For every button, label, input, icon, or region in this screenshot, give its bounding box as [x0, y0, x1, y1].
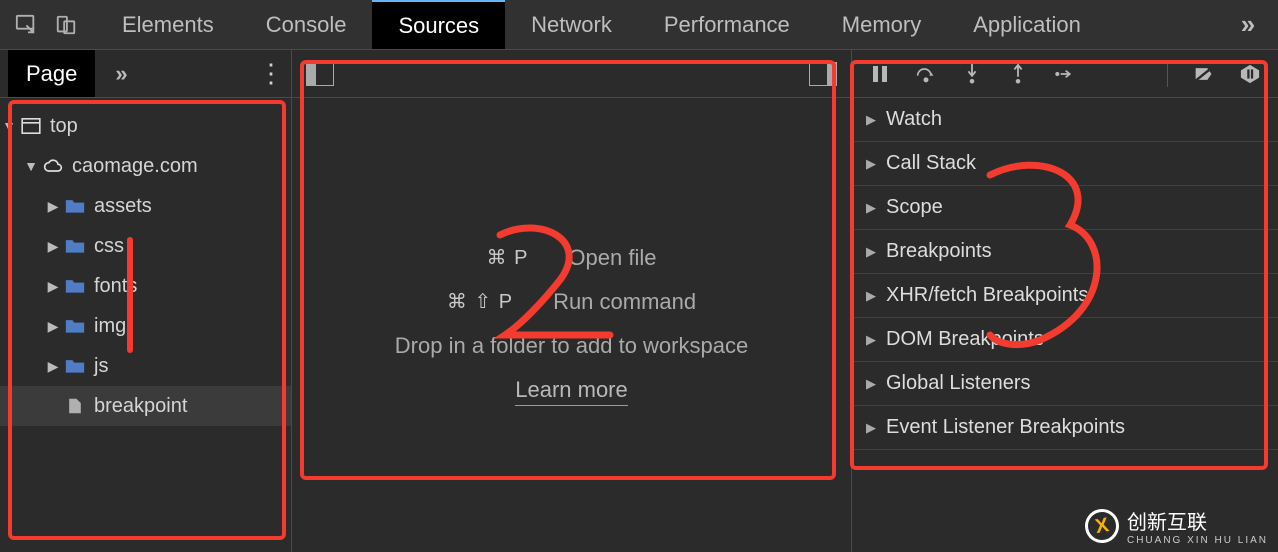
caret-right-icon	[44, 358, 62, 375]
caret-right-icon	[44, 318, 62, 335]
device-mode-icon[interactable]	[46, 0, 86, 50]
tree-folder-css[interactable]: css	[0, 226, 291, 266]
page-tab[interactable]: Page	[8, 50, 95, 97]
tab-network[interactable]: Network	[505, 0, 638, 49]
tree-file-breakpoint[interactable]: breakpoint	[0, 386, 291, 426]
hint-label: Open file	[568, 245, 656, 271]
step-over-icon[interactable]	[916, 64, 936, 84]
devtools-tabbar: Elements Console Sources Network Perform…	[0, 0, 1278, 50]
pause-on-exceptions-icon[interactable]	[1240, 64, 1260, 84]
hint-run-command: ⌘ ⇧ P Run command	[447, 289, 696, 315]
tree-top-frame[interactable]: top	[0, 106, 291, 146]
tree-domain-label: caomage.com	[72, 155, 198, 178]
more-tabs-button[interactable]: »	[1228, 9, 1268, 40]
main-tabs: Elements Console Sources Network Perform…	[96, 0, 1107, 49]
navigator-header: Page » ⋮	[0, 50, 291, 98]
tab-sources[interactable]: Sources	[372, 0, 505, 49]
accordion-event-listener-breakpoints[interactable]: Event Listener Breakpoints	[852, 406, 1278, 450]
inspect-element-icon[interactable]	[6, 0, 46, 50]
tab-elements[interactable]: Elements	[96, 0, 240, 49]
caret-right-icon	[44, 198, 62, 215]
tree-folder-label: img	[94, 315, 126, 338]
cloud-icon	[40, 158, 66, 174]
folder-icon	[62, 358, 88, 374]
editor-empty-state: ⌘ P Open file ⌘ ⇧ P Run command Drop in …	[292, 98, 851, 552]
deactivate-breakpoints-icon[interactable]	[1194, 64, 1214, 84]
editor-header	[292, 50, 851, 98]
step-out-icon[interactable]	[1008, 64, 1028, 84]
step-icon[interactable]	[1054, 64, 1074, 84]
tab-memory[interactable]: Memory	[816, 0, 947, 49]
pause-icon[interactable]	[870, 64, 890, 84]
tree-domain[interactable]: caomage.com	[0, 146, 291, 186]
tab-performance[interactable]: Performance	[638, 0, 816, 49]
debugger-panel: Watch Call Stack Scope Breakpoints XHR/f…	[852, 50, 1278, 552]
kbd-shortcut: ⌘ ⇧ P	[447, 289, 513, 314]
tree-folder-assets[interactable]: assets	[0, 186, 291, 226]
tree-folder-img[interactable]: img	[0, 306, 291, 346]
accordion-call-stack[interactable]: Call Stack	[852, 142, 1278, 186]
show-debugger-icon[interactable]	[809, 62, 837, 86]
accordion-watch[interactable]: Watch	[852, 98, 1278, 142]
step-into-icon[interactable]	[962, 64, 982, 84]
frame-icon	[18, 118, 44, 134]
caret-right-icon	[44, 238, 62, 255]
hint-open-file: ⌘ P Open file	[487, 245, 657, 271]
file-icon	[62, 398, 88, 414]
tree-folder-label: js	[94, 355, 108, 378]
folder-icon	[62, 278, 88, 294]
debugger-accordions: Watch Call Stack Scope Breakpoints XHR/f…	[852, 98, 1278, 552]
editor-panel: ⌘ P Open file ⌘ ⇧ P Run command Drop in …	[292, 50, 852, 552]
caret-down-icon	[22, 158, 40, 174]
navigator-panel: Page » ⋮ top caomage.com	[0, 50, 292, 552]
tree-file-label: breakpoint	[94, 395, 187, 418]
folder-icon	[62, 198, 88, 214]
accordion-scope[interactable]: Scope	[852, 186, 1278, 230]
kbd-shortcut: ⌘ P	[487, 245, 529, 270]
more-navigator-tabs[interactable]: »	[115, 61, 125, 87]
file-tree: top caomage.com assets css	[0, 98, 291, 434]
workspace-drop-text: Drop in a folder to add to workspace	[395, 333, 748, 359]
debug-toolbar	[852, 50, 1278, 98]
folder-icon	[62, 318, 88, 334]
accordion-global-listeners[interactable]: Global Listeners	[852, 362, 1278, 406]
navigator-menu-icon[interactable]: ⋮	[258, 58, 283, 89]
tree-folder-label: css	[94, 235, 124, 258]
accordion-dom-breakpoints[interactable]: DOM Breakpoints	[852, 318, 1278, 362]
accordion-xhr-fetch-breakpoints[interactable]: XHR/fetch Breakpoints	[852, 274, 1278, 318]
tab-application[interactable]: Application	[947, 0, 1107, 49]
sources-panel: Page » ⋮ top caomage.com	[0, 50, 1278, 552]
learn-more-link[interactable]: Learn more	[515, 377, 628, 406]
tree-folder-label: assets	[94, 195, 152, 218]
toolbar-separator	[1167, 61, 1168, 87]
tree-folder-js[interactable]: js	[0, 346, 291, 386]
accordion-breakpoints[interactable]: Breakpoints	[852, 230, 1278, 274]
show-navigator-icon[interactable]	[306, 62, 334, 86]
tree-folder-label: fonts	[94, 275, 137, 298]
tab-console[interactable]: Console	[240, 0, 373, 49]
hint-label: Run command	[553, 289, 696, 315]
folder-icon	[62, 238, 88, 254]
tree-folder-fonts[interactable]: fonts	[0, 266, 291, 306]
caret-right-icon	[44, 278, 62, 295]
caret-down-icon	[0, 118, 18, 134]
tree-top-label: top	[50, 115, 78, 138]
